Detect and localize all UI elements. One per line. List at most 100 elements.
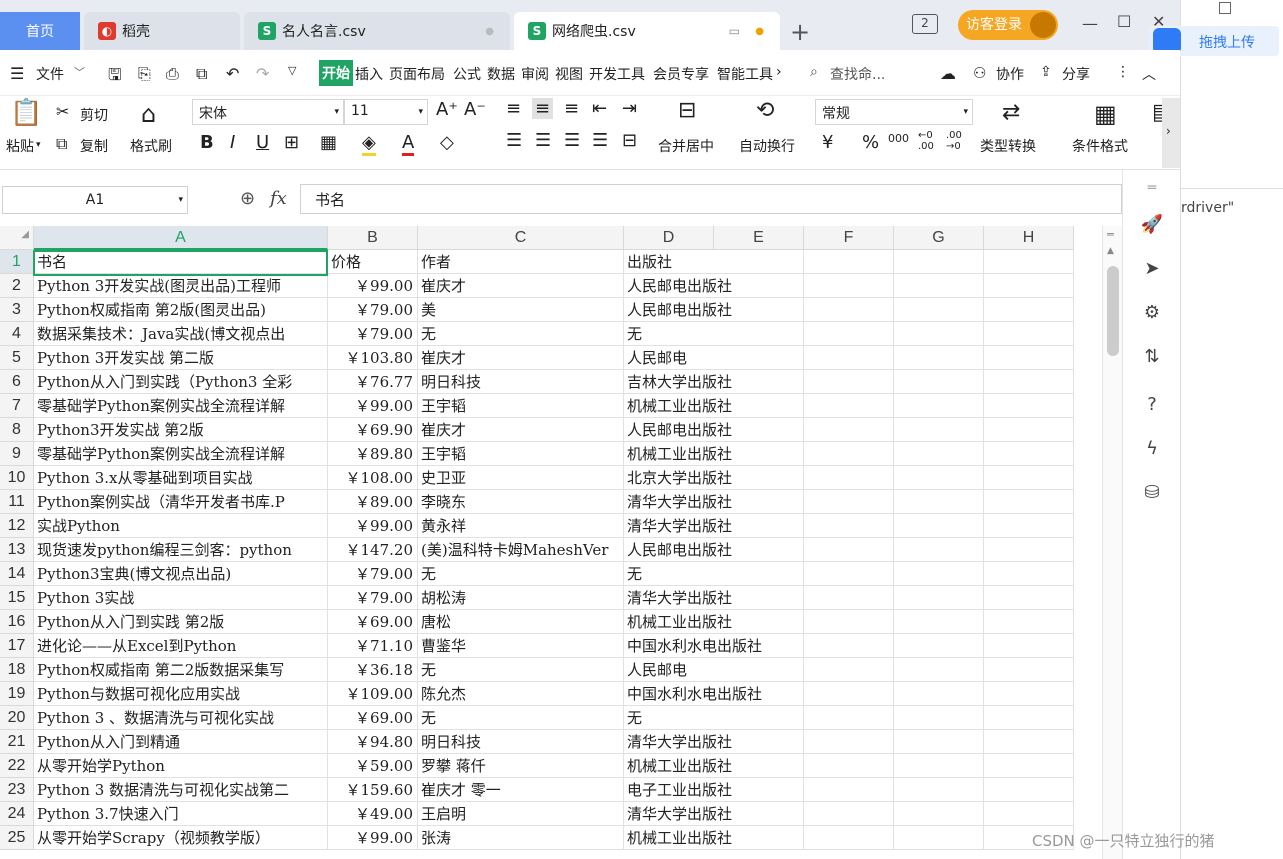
cell-price[interactable]: ￥99.00 (328, 274, 418, 298)
empty-cell[interactable] (714, 250, 804, 274)
cell-title[interactable]: Python3开发实战 第2版 (34, 418, 328, 442)
chevron-down-icon[interactable]: ﹀ (74, 64, 85, 80)
cell-price[interactable]: ￥79.00 (328, 322, 418, 346)
cell-price[interactable]: ￥79.00 (328, 298, 418, 322)
empty-cell[interactable] (984, 442, 1074, 466)
empty-cell[interactable] (984, 802, 1074, 826)
type-convert-button[interactable]: 类型转换 (980, 136, 1036, 156)
command-search[interactable]: 查找命... (830, 64, 885, 84)
row-header[interactable]: 21 (0, 730, 34, 754)
spreadsheet-grid[interactable]: ◢ ABCDEFGH 1 书名 价格 作者 出版社 2 Python 3开发实战(图灵出品)… (0, 226, 1102, 859)
cell-author[interactable]: 崔庆才 (418, 346, 624, 370)
empty-cell[interactable] (714, 322, 804, 346)
empty-cell[interactable] (714, 370, 804, 394)
cell-price[interactable]: ￥76.77 (328, 370, 418, 394)
cell-title[interactable]: 实战Python (34, 514, 328, 538)
empty-cell[interactable] (894, 562, 984, 586)
menu-page-layout[interactable]: 页面布局 (389, 64, 445, 84)
merge-center-button[interactable]: 合并居中 (658, 136, 714, 156)
cloud-sync-icon[interactable]: ☁ (940, 64, 956, 83)
transform-icon[interactable]: ⇅ (1140, 346, 1164, 370)
empty-cell[interactable] (894, 586, 984, 610)
empty-cell[interactable] (894, 610, 984, 634)
empty-cell[interactable] (984, 778, 1074, 802)
empty-cell[interactable] (804, 298, 894, 322)
cell-price[interactable]: ￥49.00 (328, 802, 418, 826)
clear-format-icon[interactable]: ◇ (440, 132, 454, 153)
column-header-f[interactable]: F (804, 226, 894, 250)
empty-cell[interactable] (714, 802, 804, 826)
paste-chevron-icon[interactable]: ▾ (36, 140, 41, 150)
cell-title[interactable]: Python 3开发实战(图灵出品)工程师 (34, 274, 328, 298)
backup-icon[interactable]: ⛁ (1140, 482, 1164, 506)
row-header[interactable]: 2 (0, 274, 34, 298)
empty-cell[interactable] (894, 658, 984, 682)
empty-cell[interactable] (894, 538, 984, 562)
empty-cell[interactable] (714, 394, 804, 418)
empty-cell[interactable] (984, 538, 1074, 562)
scroll-up-icon[interactable]: ▲ (1107, 246, 1114, 256)
cell-price[interactable]: 价格 (328, 250, 418, 274)
wrap-text-button[interactable]: 自动换行 (739, 136, 795, 156)
align-middle-icon[interactable]: ≡ (532, 98, 554, 119)
empty-cell[interactable] (714, 514, 804, 538)
cell-title[interactable]: Python3宝典(博文视点出品) (34, 562, 328, 586)
cell-author[interactable]: 黄永祥 (418, 514, 624, 538)
guest-login-button[interactable]: 访客登录 (958, 10, 1058, 40)
empty-cell[interactable] (714, 610, 804, 634)
empty-cell[interactable] (714, 586, 804, 610)
cell-title[interactable]: Python权威指南 第二2版数据采集写 (34, 658, 328, 682)
empty-cell[interactable] (714, 298, 804, 322)
menu-member[interactable]: 会员专享 (653, 64, 709, 84)
cell-title[interactable]: Python 3 、数据清洗与可视化实战 (34, 706, 328, 730)
empty-cell[interactable] (984, 586, 1074, 610)
cell-price[interactable]: ￥36.18 (328, 658, 418, 682)
empty-cell[interactable] (714, 274, 804, 298)
select-all-corner[interactable]: ◢ (0, 226, 34, 250)
cond-format-button[interactable]: 条件格式 (1072, 136, 1128, 156)
export-pdf-icon[interactable]: ⎘ (138, 64, 151, 84)
justify-icon[interactable]: ☰ (592, 130, 608, 151)
cell-price[interactable]: ￥89.00 (328, 490, 418, 514)
empty-cell[interactable] (984, 610, 1074, 634)
row-header[interactable]: 23 (0, 778, 34, 802)
cell-author[interactable]: 崔庆才 (418, 418, 624, 442)
cell-author[interactable]: 无 (418, 562, 624, 586)
undo-icon[interactable]: ↶ (226, 64, 239, 83)
cell-author[interactable]: 美 (418, 298, 624, 322)
menu-dev-tools[interactable]: 开发工具 (589, 64, 645, 84)
row-header[interactable]: 7 (0, 394, 34, 418)
empty-cell[interactable] (894, 442, 984, 466)
bold-icon[interactable]: B (200, 132, 214, 153)
empty-cell[interactable] (714, 730, 804, 754)
empty-cell[interactable] (804, 754, 894, 778)
formula-input[interactable]: 书名 (300, 184, 1122, 214)
preview-icon[interactable]: ⧉ (196, 64, 207, 84)
cell-title[interactable]: 从零开始学Python (34, 754, 328, 778)
row-header[interactable]: 17 (0, 634, 34, 658)
empty-cell[interactable] (984, 562, 1074, 586)
increase-font-icon[interactable]: A⁺ (436, 99, 458, 120)
column-header-g[interactable]: G (894, 226, 984, 250)
row-header[interactable]: 10 (0, 466, 34, 490)
align-left-icon[interactable]: ☰ (506, 130, 522, 151)
empty-cell[interactable] (804, 586, 894, 610)
increase-decimal-icon[interactable]: ←0.00 (918, 130, 934, 152)
empty-cell[interactable] (714, 490, 804, 514)
column-header-b[interactable]: B (328, 226, 418, 250)
row-header[interactable]: 22 (0, 754, 34, 778)
empty-cell[interactable] (804, 730, 894, 754)
minimize-button[interactable]: — (1082, 14, 1098, 33)
redo-icon[interactable]: ↷ (256, 64, 269, 83)
tab-quotes-csv[interactable]: S 名人名言.csv ● (244, 12, 510, 50)
row-header[interactable]: 18 (0, 658, 34, 682)
cell-author[interactable]: 史卫亚 (418, 466, 624, 490)
row-header[interactable]: 6 (0, 370, 34, 394)
cell-price[interactable]: ￥109.00 (328, 682, 418, 706)
empty-cell[interactable] (804, 394, 894, 418)
cell-price[interactable]: ￥69.00 (328, 706, 418, 730)
empty-cell[interactable] (984, 394, 1074, 418)
empty-cell[interactable] (714, 778, 804, 802)
font-family-select[interactable]: 宋体 ▾ (192, 99, 344, 125)
empty-cell[interactable] (984, 418, 1074, 442)
